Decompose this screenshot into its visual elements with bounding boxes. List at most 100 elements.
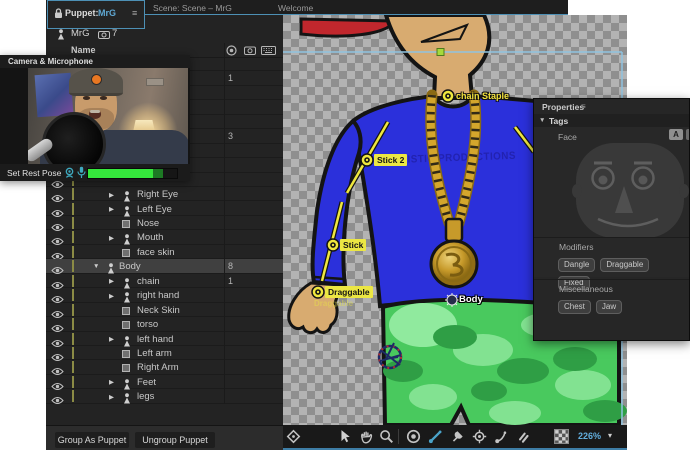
section-separator (534, 237, 689, 238)
webcam-toggle-icon[interactable] (64, 167, 75, 178)
expand-arrow-right-icon[interactable]: ▶ (109, 292, 114, 300)
chain-staple-label[interactable]: chain Staple (456, 91, 509, 101)
body-label[interactable]: Body (459, 294, 483, 305)
pin-tool-icon[interactable] (450, 429, 466, 445)
properties-panel: Properties ≡ ▼ Tags Face A Modifiers Dan… (533, 98, 690, 341)
layer-name: Right Eye (137, 189, 179, 201)
ungroup-puppet-button[interactable]: Ungroup Puppet (135, 432, 215, 448)
tab-puppet-active[interactable]: Puppet: MrG ≡ (47, 0, 145, 29)
tag-color-bar (72, 289, 74, 302)
layer-row[interactable]: ▶ Feet (46, 375, 283, 390)
record-tool-icon[interactable] (406, 429, 422, 445)
layer-name: Mouth (137, 232, 164, 244)
panel-menu-icon[interactable]: ≡ (132, 8, 137, 18)
stick2-label[interactable]: Stick 2 (374, 154, 408, 166)
camera-column-icon[interactable] (244, 46, 256, 55)
tag-color-bar (72, 375, 74, 388)
tab-welcome[interactable]: Welcome (278, 3, 313, 13)
body-origin-handle[interactable] (445, 293, 459, 307)
layer-row[interactable]: ▶ Right Eye (46, 187, 283, 203)
camera-panel-menu-icon[interactable]: ≡ (84, 57, 89, 66)
misc-tag[interactable]: Chest (558, 300, 591, 314)
person-left-eye (83, 96, 90, 100)
tag-color-bar (72, 274, 74, 287)
expand-arrow-right-icon[interactable]: ▶ (109, 393, 114, 401)
tags-collapse-arrow-icon[interactable]: ▼ (539, 117, 545, 124)
face-a-button[interactable]: A (669, 129, 683, 140)
mesh-layer-icon (122, 350, 130, 358)
layer-name: Right Arm (137, 362, 179, 374)
attach-tool-icon[interactable] (516, 429, 532, 445)
expand-arrow-right-icon[interactable]: ▶ (109, 191, 114, 199)
modifier-tag[interactable]: Draggable (600, 258, 650, 272)
expand-arrow-down-icon[interactable]: ▼ (93, 263, 99, 270)
keyboard-column-icon[interactable] (261, 46, 276, 55)
layer-row[interactable]: Nose (46, 216, 283, 231)
select-tool-icon[interactable] (338, 429, 354, 445)
layer-row[interactable]: 8 ▼ Body (46, 259, 283, 275)
chain-staple-handle[interactable] (441, 89, 455, 103)
modifier-tag[interactable]: Dangle (558, 258, 596, 272)
mesh-layer-icon (122, 364, 130, 373)
visibility-eye-icon[interactable] (51, 392, 64, 410)
puppet-icon (58, 29, 64, 40)
layer-row[interactable]: ▶ left hand (46, 332, 283, 347)
mesh-layer-icon (122, 248, 130, 257)
section-separator (534, 279, 689, 280)
free-transform-tool-icon[interactable] (286, 429, 302, 445)
head-shape (383, 13, 492, 100)
app-window: ARTISTIC PRODUCTIONS chain Staple Stick … (0, 0, 690, 450)
layer-name: left hand (137, 333, 174, 345)
layer-name: Neck Skin (137, 304, 180, 316)
expand-arrow-right-icon[interactable]: ▶ (109, 378, 114, 386)
cap-brim-shape (299, 17, 398, 38)
expand-arrow-right-icon[interactable]: ▶ (109, 234, 114, 242)
layer-row[interactable]: ▶ Left Eye (46, 202, 283, 217)
layer-row[interactable]: ▶ Mouth (46, 230, 283, 246)
camera-panel-titlebar: Camera & Microphone ≡ (0, 55, 190, 68)
layer-row[interactable]: 1 ▶ chain (46, 274, 283, 289)
tag-color-bar (72, 390, 74, 403)
layer-row[interactable]: torso (46, 317, 283, 333)
expand-arrow-right-icon[interactable]: ▶ (109, 277, 114, 285)
layer-row[interactable]: ▶ legs (46, 389, 283, 405)
origin-tool-icon[interactable] (472, 429, 488, 445)
record-toggle-icon[interactable] (226, 45, 237, 56)
layer-row[interactable]: Left arm (46, 346, 283, 361)
hand-tool-icon[interactable] (359, 429, 375, 445)
layer-row[interactable]: Right Arm (46, 360, 283, 376)
face-extra-button-partial[interactable] (686, 129, 689, 140)
misc-tag[interactable]: Jaw (595, 300, 623, 314)
zoom-tool-icon[interactable] (379, 429, 395, 445)
expand-arrow-right-icon[interactable]: ▶ (109, 335, 114, 343)
audio-level-meter (87, 168, 178, 179)
expand-arrow-right-icon[interactable]: ▶ (109, 205, 114, 213)
draggable-faint-label: Draggable (314, 299, 354, 308)
layer-row[interactable]: Neck Skin (46, 303, 283, 318)
draggable-handle[interactable] (311, 285, 325, 299)
set-rest-pose-button[interactable]: Set Rest Pose (7, 168, 61, 178)
layer-row[interactable]: face skin (46, 245, 283, 260)
name-column-header: Name (71, 45, 96, 55)
tags-section-header[interactable]: ▼ Tags (534, 114, 689, 127)
stick-tool-icon[interactable] (428, 429, 444, 445)
toolbar-divider (398, 429, 399, 444)
layer-row[interactable]: ▶ right hand (46, 288, 283, 304)
draggable-label[interactable]: Draggable (325, 286, 373, 298)
transparency-grid-toggle-icon[interactable] (554, 429, 570, 445)
tab-scene[interactable]: Scene: Scene – MrG (153, 3, 232, 13)
dangle-tool-icon[interactable] (494, 429, 510, 445)
zoom-level-control[interactable]: 226% (578, 431, 601, 441)
properties-menu-icon[interactable]: ≡ (581, 102, 586, 111)
microphone-toggle-icon[interactable] (77, 166, 86, 179)
cap-logo (91, 74, 102, 85)
group-as-puppet-button[interactable]: Group As Puppet (55, 432, 129, 448)
audio-level-peak (153, 169, 163, 178)
group-puppet-icon (122, 391, 132, 409)
zoom-caret-down-icon[interactable]: ▾ (608, 431, 612, 440)
tag-color-bar (72, 318, 74, 331)
layer-count: 1 (228, 275, 234, 286)
modifiers-section-title: Modifiers (559, 242, 594, 252)
stick-label[interactable]: Stick (340, 239, 367, 251)
tags-section-title: Tags (549, 116, 569, 126)
